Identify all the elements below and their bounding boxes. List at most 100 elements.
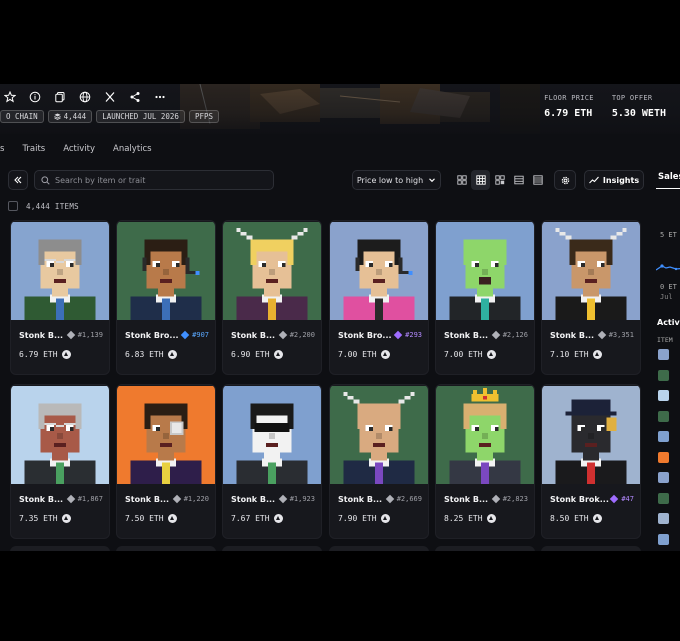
item-name: Stonk Bro... bbox=[125, 331, 179, 340]
activity-thumbnail[interactable] bbox=[658, 451, 669, 463]
globe-icon[interactable] bbox=[75, 88, 95, 106]
settings-button[interactable] bbox=[554, 170, 576, 190]
share-icon[interactable] bbox=[125, 88, 145, 106]
item-price-value: 6.83 ETH bbox=[125, 350, 164, 359]
item-card[interactable]: Stonk B... #1,923 7.67 ETH bbox=[222, 384, 322, 539]
next-row-card-partial[interactable] bbox=[116, 546, 216, 551]
item-card[interactable]: Stonk Bro... #293 7.00 ETH bbox=[329, 220, 429, 375]
search-input[interactable] bbox=[55, 175, 255, 185]
items-count-row: 4,444 ITEMS bbox=[8, 201, 79, 211]
list-icon bbox=[532, 175, 543, 185]
activity-thumbnail[interactable] bbox=[658, 492, 669, 504]
more-icon[interactable] bbox=[150, 88, 170, 106]
activity-thumbnail[interactable] bbox=[658, 513, 669, 524]
item-rank: #1,867 bbox=[66, 494, 103, 504]
item-name: Stonk B... bbox=[444, 495, 489, 504]
x-social-icon[interactable] bbox=[100, 88, 120, 106]
item-pixel-avatar[interactable] bbox=[330, 385, 428, 485]
activity-thumbnail[interactable] bbox=[658, 390, 669, 401]
item-name: Stonk B... bbox=[550, 331, 595, 340]
category-badge[interactable]: PFPS bbox=[188, 110, 220, 123]
item-rank: #293 bbox=[393, 330, 422, 340]
item-price: 7.90 ETH bbox=[338, 514, 390, 523]
tab-activity[interactable]: Activity bbox=[63, 144, 95, 154]
item-name: Stonk B... bbox=[444, 331, 489, 340]
favorite-star-icon[interactable] bbox=[0, 88, 20, 106]
sidebar-date-label: Jul bbox=[660, 293, 673, 301]
item-card[interactable]: Stonk Brok... #47 8.50 ETH bbox=[541, 384, 641, 539]
view-table-button[interactable] bbox=[509, 170, 528, 190]
item-card[interactable]: Stonk B... #3,351 7.10 ETH bbox=[541, 220, 641, 375]
item-card[interactable]: Stonk B... #2,669 7.90 ETH bbox=[329, 384, 429, 539]
select-all-checkbox[interactable] bbox=[8, 201, 18, 211]
item-rank: #2,200 bbox=[278, 330, 315, 340]
item-pixel-avatar[interactable] bbox=[223, 385, 321, 485]
supply-badge-label: 4,444 bbox=[63, 112, 87, 121]
insights-button[interactable]: Insights bbox=[584, 170, 644, 190]
item-pixel-avatar[interactable] bbox=[117, 385, 215, 485]
item-pixel-avatar[interactable] bbox=[542, 385, 640, 485]
item-rank-value: #1,220 bbox=[183, 495, 209, 503]
next-row-card-partial[interactable] bbox=[10, 546, 110, 551]
view-list-button[interactable] bbox=[528, 170, 547, 190]
item-price-value: 7.35 ETH bbox=[19, 514, 58, 523]
activity-thumbnail[interactable] bbox=[658, 369, 669, 381]
item-pixel-avatar[interactable] bbox=[117, 221, 215, 321]
item-card[interactable]: Stonk B... #1,220 7.50 ETH bbox=[116, 384, 216, 539]
search-icon bbox=[41, 175, 50, 185]
info-icon[interactable] bbox=[25, 88, 45, 106]
tab-traits[interactable]: Traits bbox=[22, 144, 45, 154]
large-grid-icon bbox=[456, 175, 467, 185]
collection-actions bbox=[0, 88, 175, 106]
item-pixel-avatar[interactable] bbox=[436, 221, 534, 321]
item-pixel-avatar[interactable] bbox=[542, 221, 640, 321]
launch-badge: LAUNCHED JUL 2026 bbox=[96, 110, 185, 123]
item-card[interactable]: Stonk B... #2,823 8.25 ETH bbox=[435, 384, 535, 539]
next-row-card-partial[interactable] bbox=[222, 546, 322, 551]
view-large-grid-button[interactable] bbox=[452, 170, 471, 190]
item-card[interactable]: Stonk B... #1,867 7.35 ETH bbox=[10, 384, 110, 539]
view-dense-grid-button[interactable] bbox=[490, 170, 509, 190]
item-rank: #2,669 bbox=[385, 494, 422, 504]
item-rank-value: #2,669 bbox=[396, 495, 422, 503]
next-row-card-partial[interactable] bbox=[541, 546, 641, 551]
item-pixel-avatar[interactable] bbox=[11, 221, 109, 321]
supply-badge: 4,444 bbox=[47, 110, 93, 123]
item-rank-value: #2,200 bbox=[289, 331, 315, 339]
activity-thumbnail[interactable] bbox=[658, 533, 669, 545]
item-card[interactable]: Stonk B... #2,126 7.00 ETH bbox=[435, 220, 535, 375]
activity-thumbnail[interactable] bbox=[658, 410, 669, 422]
item-pixel-avatar[interactable] bbox=[436, 385, 534, 485]
item-pixel-avatar[interactable] bbox=[223, 221, 321, 321]
item-price: 7.10 ETH bbox=[550, 350, 602, 359]
activity-thumbnail[interactable] bbox=[658, 472, 669, 483]
item-price-value: 7.10 ETH bbox=[550, 350, 589, 359]
copy-icon[interactable] bbox=[50, 88, 70, 106]
sort-dropdown[interactable]: Price low to high bbox=[352, 170, 441, 190]
sidebar-stat-bottom: 0 ET bbox=[660, 283, 677, 291]
activity-thumbnail[interactable] bbox=[658, 431, 669, 442]
item-price: 7.50 ETH bbox=[125, 514, 177, 523]
collapse-filters-button[interactable] bbox=[8, 170, 28, 190]
search-box[interactable] bbox=[34, 170, 274, 190]
item-price-value: 6.79 ETH bbox=[19, 350, 58, 359]
items-count: 4,444 ITEMS bbox=[26, 201, 79, 211]
chevron-down-icon bbox=[429, 178, 436, 183]
item-pixel-avatar[interactable] bbox=[11, 385, 109, 485]
view-grid-button[interactable] bbox=[471, 170, 490, 190]
sidebar-tab-sales[interactable]: Sales bbox=[658, 172, 680, 182]
tab-items[interactable]: s bbox=[0, 144, 4, 154]
item-pixel-avatar[interactable] bbox=[330, 221, 428, 321]
chain-badge: O CHAIN bbox=[0, 110, 44, 123]
item-card[interactable]: Stonk B... #2,200 6.90 ETH bbox=[222, 220, 322, 375]
activity-thumbnail[interactable] bbox=[658, 349, 669, 360]
next-row-card-partial[interactable] bbox=[329, 546, 429, 551]
item-rank-value: #907 bbox=[192, 331, 209, 339]
eth-icon bbox=[592, 350, 602, 359]
item-card[interactable]: Stonk B... #1,139 6.79 ETH bbox=[10, 220, 110, 375]
collection-tabs: s Traits Activity Analytics bbox=[0, 144, 152, 154]
item-card[interactable]: Stonk Bro... #907 6.83 ETH bbox=[116, 220, 216, 375]
next-row-card-partial[interactable] bbox=[435, 546, 535, 551]
view-toggle bbox=[452, 170, 547, 190]
tab-analytics[interactable]: Analytics bbox=[113, 144, 152, 154]
